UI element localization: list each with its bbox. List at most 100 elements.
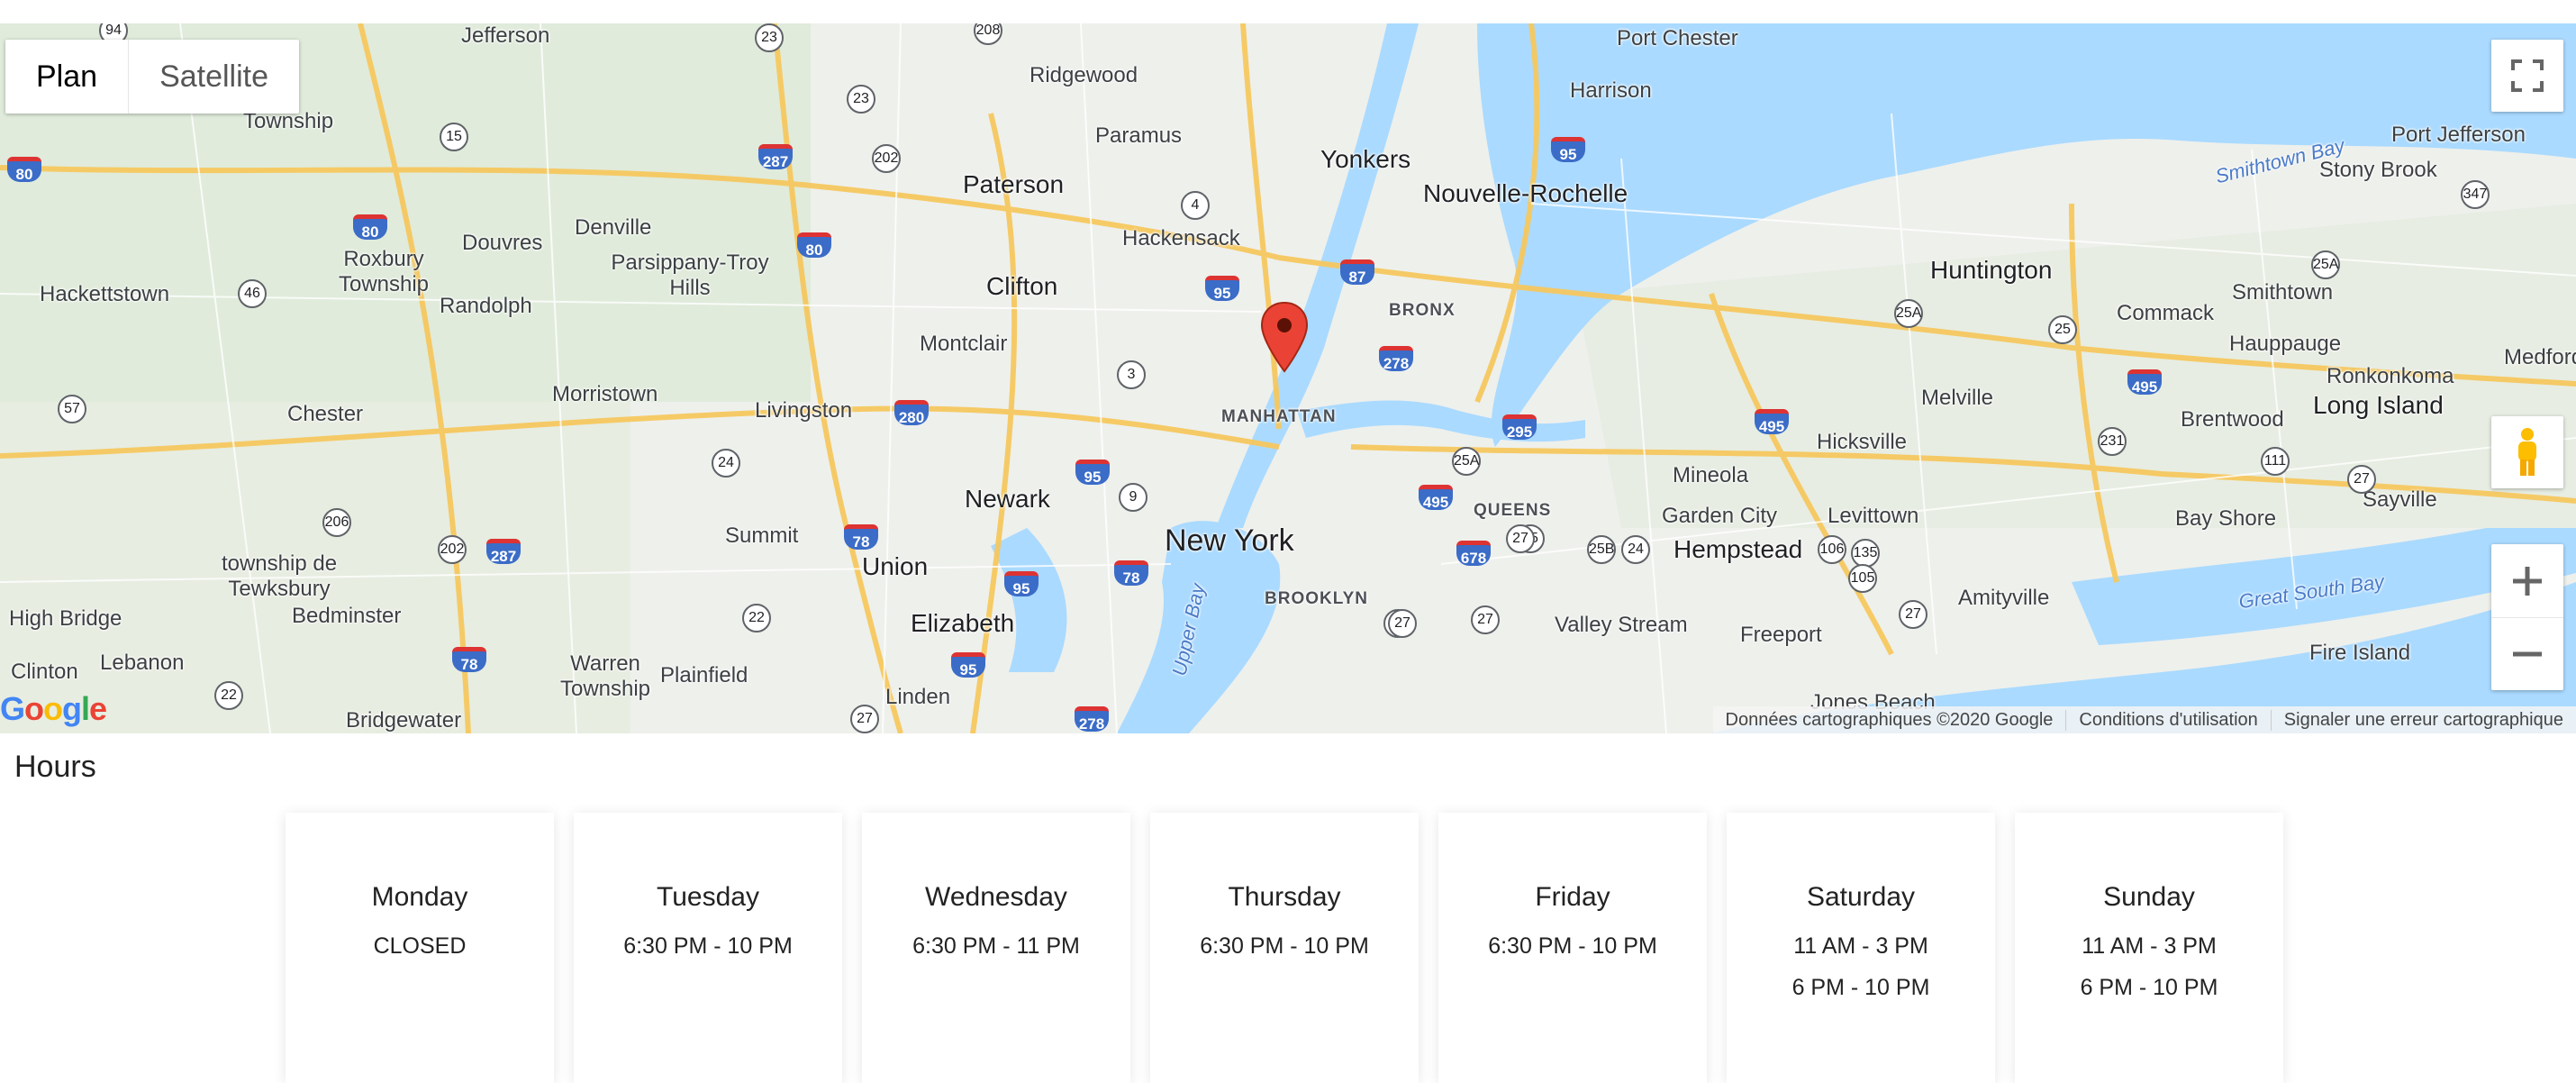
map-type-plan-button[interactable]: Plan [5,40,130,114]
day-name: Wednesday [925,882,1067,912]
district-label: QUEENS [1474,501,1552,520]
day-card-monday: Monday CLOSED [286,813,554,1083]
zoom-out-button[interactable] [2491,618,2563,690]
day-card-wednesday: Wednesday 6:30 PM - 11 PM [862,813,1130,1083]
place-label: Plainfield [660,663,748,687]
place-label: Ronkonkoma [2327,364,2454,388]
day-hours: 6 PM - 10 PM [1791,975,1930,1000]
place-label: Long Island [2313,391,2444,419]
route-marker: 3 [1117,360,1146,389]
place-label: Hauppauge [2229,332,2342,356]
map[interactable]: Jefferson Ridgewood Port Chester Harriso… [0,23,2576,733]
fullscreen-button[interactable] [2491,40,2563,112]
interstate-shield: 278 [1075,706,1109,733]
route-marker: 202 [438,535,467,564]
place-label: Jefferson [461,23,550,48]
interstate-shield: 95 [1205,276,1239,302]
route-marker: 25B [1587,535,1616,564]
place-label: Melville [1921,386,1994,410]
day-card-sunday: Sunday 11 AM - 3 PM 6 PM - 10 PM [2015,813,2283,1083]
day-name: Sunday [2103,882,2195,912]
interstate-shield: 287 [486,539,521,565]
place-label: New York [1165,523,1294,558]
place-label: Freeport [1740,623,1822,647]
route-marker: 24 [1621,535,1650,564]
route-marker: 23 [847,85,875,114]
place-label: Medford [2504,345,2576,369]
pegman-icon [2518,428,2536,476]
day-card-tuesday: Tuesday 6:30 PM - 10 PM [574,813,842,1083]
route-marker: 106 [1818,535,1846,564]
place-label: Denville [575,215,652,240]
place-label: Fire Island [2309,641,2411,665]
route-marker: 4 [1181,191,1210,220]
route-marker: 22 [742,604,771,633]
place-label: Garden City [1662,504,1778,528]
route-marker: 202 [872,144,901,173]
place-label: Sayville [2363,487,2437,512]
route-marker: 25A [1452,447,1481,476]
interstate-shield: 95 [1551,137,1585,163]
place-label: Paramus [1095,123,1183,148]
zoom-in-icon [2513,566,2542,596]
map-pin-icon[interactable] [1259,301,1310,373]
day-hours: 6:30 PM - 10 PM [1488,933,1657,959]
street-view-button[interactable] [2491,416,2563,488]
route-marker: 25A [1894,299,1923,328]
route-marker: 105 [1848,564,1877,593]
day-card-friday: Friday 6:30 PM - 10 PM [1438,813,1707,1083]
interstate-shield: 78 [452,647,486,673]
place-label: Stony Brook [2319,158,2437,182]
route-marker: 57 [58,395,86,423]
route-marker: 25 [2048,315,2077,344]
day-name: Friday [1535,882,1610,912]
place-label: Parsippany-Troy Hills [611,250,769,300]
day-name: Saturday [1806,882,1916,912]
route-marker: 206 [322,508,351,537]
day-name: Tuesday [657,882,759,912]
interstate-shield: 95 [1075,460,1110,486]
place-label: township de Tewksbury [221,551,338,601]
route-marker: 111 [2261,447,2290,476]
interstate-shield: 678 [1456,541,1491,567]
place-label: Clinton [11,660,78,684]
google-logo[interactable]: Google [0,690,107,728]
zoom-out-icon [2513,651,2542,656]
interstate-shield: 278 [1379,346,1413,372]
map-type-control: Plan Satellite [5,40,300,114]
place-label: Hackettstown [40,282,170,306]
day-hours: 11 AM - 3 PM [1793,933,1928,959]
place-label: Port Jefferson [2391,123,2526,147]
interstate-shield: 80 [7,157,41,183]
day-card-thursday: Thursday 6:30 PM - 10 PM [1150,813,1419,1083]
map-type-satellite-button[interactable]: Satellite [129,40,299,114]
day-card-saturday: Saturday 11 AM - 3 PM 6 PM - 10 PM [1727,813,1995,1083]
place-label: Bedminster [292,604,402,628]
place-label: Union [862,552,929,580]
terms-of-use-link[interactable]: Conditions d'utilisation [2066,709,2272,731]
place-label: Valley Stream [1555,613,1688,637]
interstate-shield: 95 [951,652,985,678]
place-label: Brentwood [2181,407,2284,432]
place-label: Lebanon [100,651,185,675]
route-marker: 46 [238,279,267,308]
day-hours: 6 PM - 10 PM [2080,975,2218,1000]
route-marker: 9 [1119,483,1147,512]
day-hours: CLOSED [373,933,467,959]
route-marker: 27 [1471,605,1500,634]
zoom-in-button[interactable] [2491,545,2563,618]
map-attribution: Données cartographiques ©2020 Google Con… [1712,706,2576,733]
place-label: Hicksville [1817,430,1908,454]
report-map-error-link[interactable]: Signaler une erreur cartographique [2272,710,2576,731]
place-label: Summit [725,523,799,548]
route-marker: 27 [1388,609,1417,638]
district-label: BROOKLYN [1265,589,1368,608]
route-marker: 24 [712,449,740,478]
interstate-shield: 295 [1502,414,1537,441]
route-marker: 25A [2311,250,2340,279]
interstate-shield: 495 [1419,485,1453,511]
map-data-credit: Données cartographiques ©2020 Google [1713,709,2067,731]
interstate-shield: 80 [797,232,831,259]
place-label: Roxbury Township [338,247,430,296]
place-label: Bridgewater [346,708,462,733]
